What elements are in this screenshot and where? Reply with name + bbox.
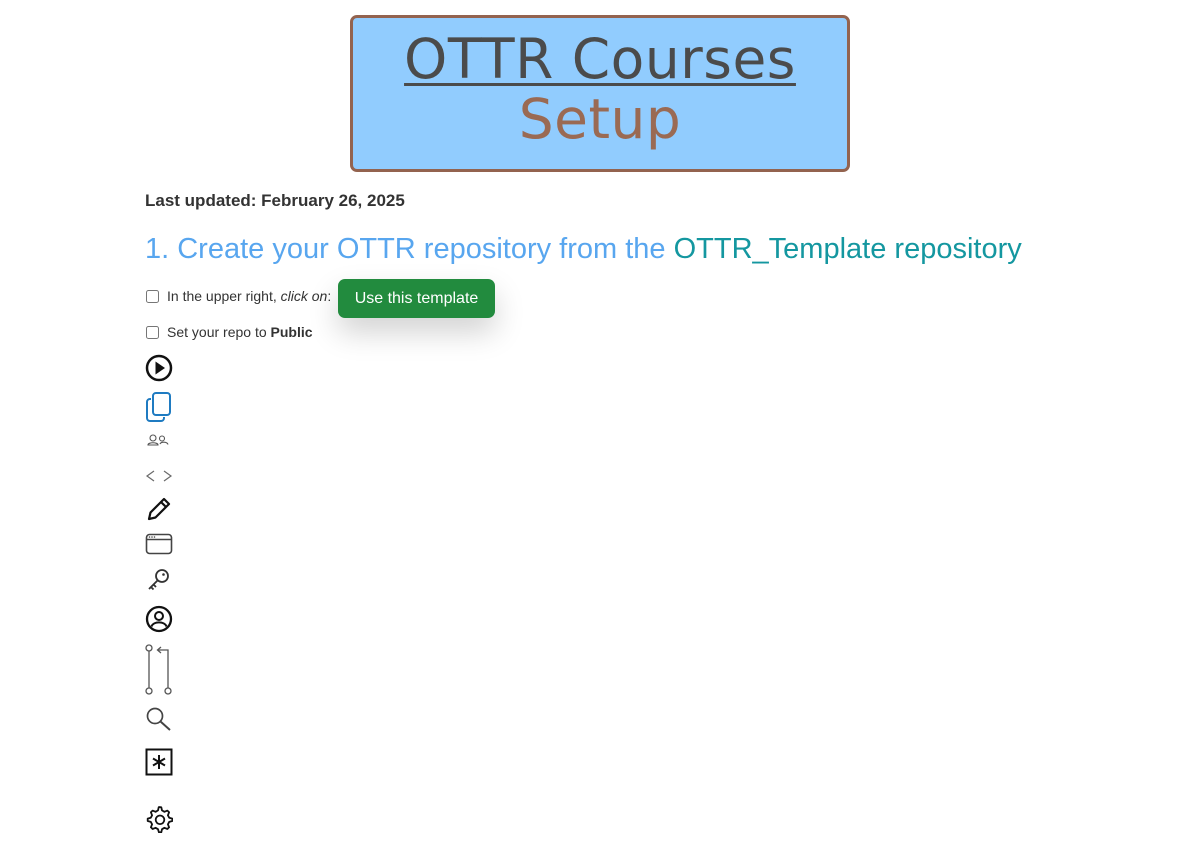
task-checkbox[interactable] bbox=[146, 325, 159, 339]
use-this-template-button[interactable]: Use this template bbox=[338, 279, 495, 318]
gear-icon bbox=[146, 806, 173, 833]
title-banner: OTTR Courses Setup bbox=[350, 15, 850, 172]
key-icon bbox=[148, 569, 169, 591]
copy-icon bbox=[146, 392, 171, 422]
person-circle-icon bbox=[145, 605, 173, 633]
pull-request-icon bbox=[145, 644, 172, 695]
task-checkbox[interactable] bbox=[146, 289, 159, 303]
last-updated: Last updated: February 26, 2025 bbox=[145, 191, 405, 210]
browser-window-icon bbox=[145, 533, 173, 555]
play-circle-icon bbox=[145, 354, 173, 382]
template-repo-link[interactable]: OTTR_Template repository bbox=[674, 233, 1022, 265]
pencil-icon bbox=[147, 497, 171, 521]
search-icon bbox=[146, 707, 171, 731]
banner-title: OTTR Courses bbox=[404, 27, 796, 91]
asterisk-box-icon bbox=[145, 748, 173, 776]
banner-subtitle: Setup bbox=[518, 87, 682, 151]
task-item[interactable]: Set your repo to Public bbox=[145, 324, 313, 340]
people-icon bbox=[147, 434, 169, 446]
task-label: In the upper right, click on: bbox=[167, 288, 332, 304]
task-label: Set your repo to Public bbox=[167, 324, 313, 340]
task-item[interactable]: In the upper right, click on: bbox=[145, 288, 331, 304]
section-heading-text: 1. Create your OTTR repository from the bbox=[145, 233, 674, 265]
code-icon bbox=[145, 470, 173, 482]
section-heading: 1. Create your OTTR repository from the … bbox=[145, 230, 1022, 268]
